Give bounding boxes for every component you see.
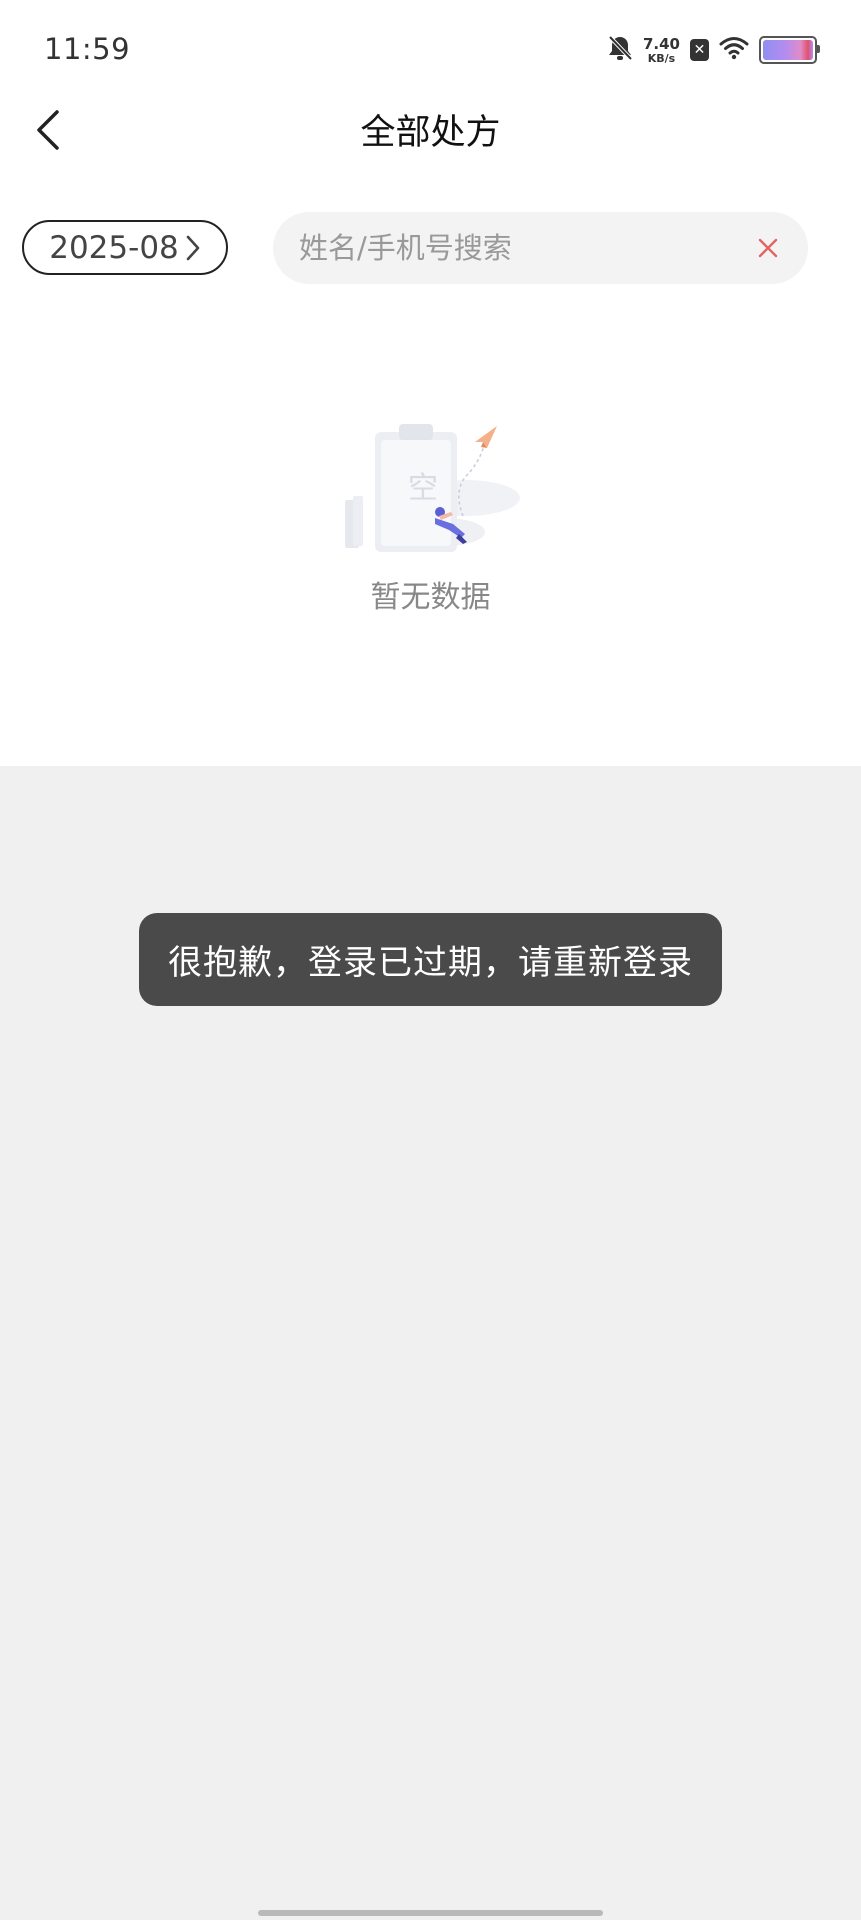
net-speed-unit: KB/s (647, 51, 676, 65)
search-input[interactable] (297, 230, 750, 266)
month-picker[interactable]: 2025-08 (22, 220, 228, 275)
screen: 11:59 7.40 KB/s ✕ 全部处方 2025-08 姓名/手机号搜索 … (0, 0, 861, 1920)
close-icon (758, 238, 778, 258)
wifi-icon (719, 36, 749, 64)
content-area: 11:59 7.40 KB/s ✕ 全部处方 2025-08 姓名/手机号搜索 … (0, 0, 861, 766)
chevron-right-icon (186, 235, 200, 260)
clear-button[interactable] (750, 230, 786, 266)
status-icons: 7.40 KB/s ✕ (607, 32, 820, 68)
bell-muted-icon (607, 34, 633, 66)
toast: 很抱歉，登录已过期，请重新登录 (139, 913, 722, 1006)
sim-disabled-icon: ✕ (690, 39, 709, 61)
net-speed-value: 7.40 (642, 34, 680, 53)
empty-message: 暂无数据 (370, 580, 491, 615)
empty-illustration: 空 (335, 420, 525, 570)
search-box (273, 212, 808, 284)
status-time: 11:59 (44, 32, 131, 66)
battery-icon (759, 36, 820, 64)
net-speed: 7.40 KB/s (642, 34, 680, 65)
toast-message: 很抱歉，登录已过期，请重新登录 (168, 943, 693, 983)
page-title: 全部处方 (360, 113, 501, 153)
empty-illustration-text: 空 (408, 471, 438, 506)
home-indicator[interactable] (258, 1910, 603, 1916)
month-value: 2025-08 (49, 229, 179, 266)
battery-level (763, 40, 813, 60)
